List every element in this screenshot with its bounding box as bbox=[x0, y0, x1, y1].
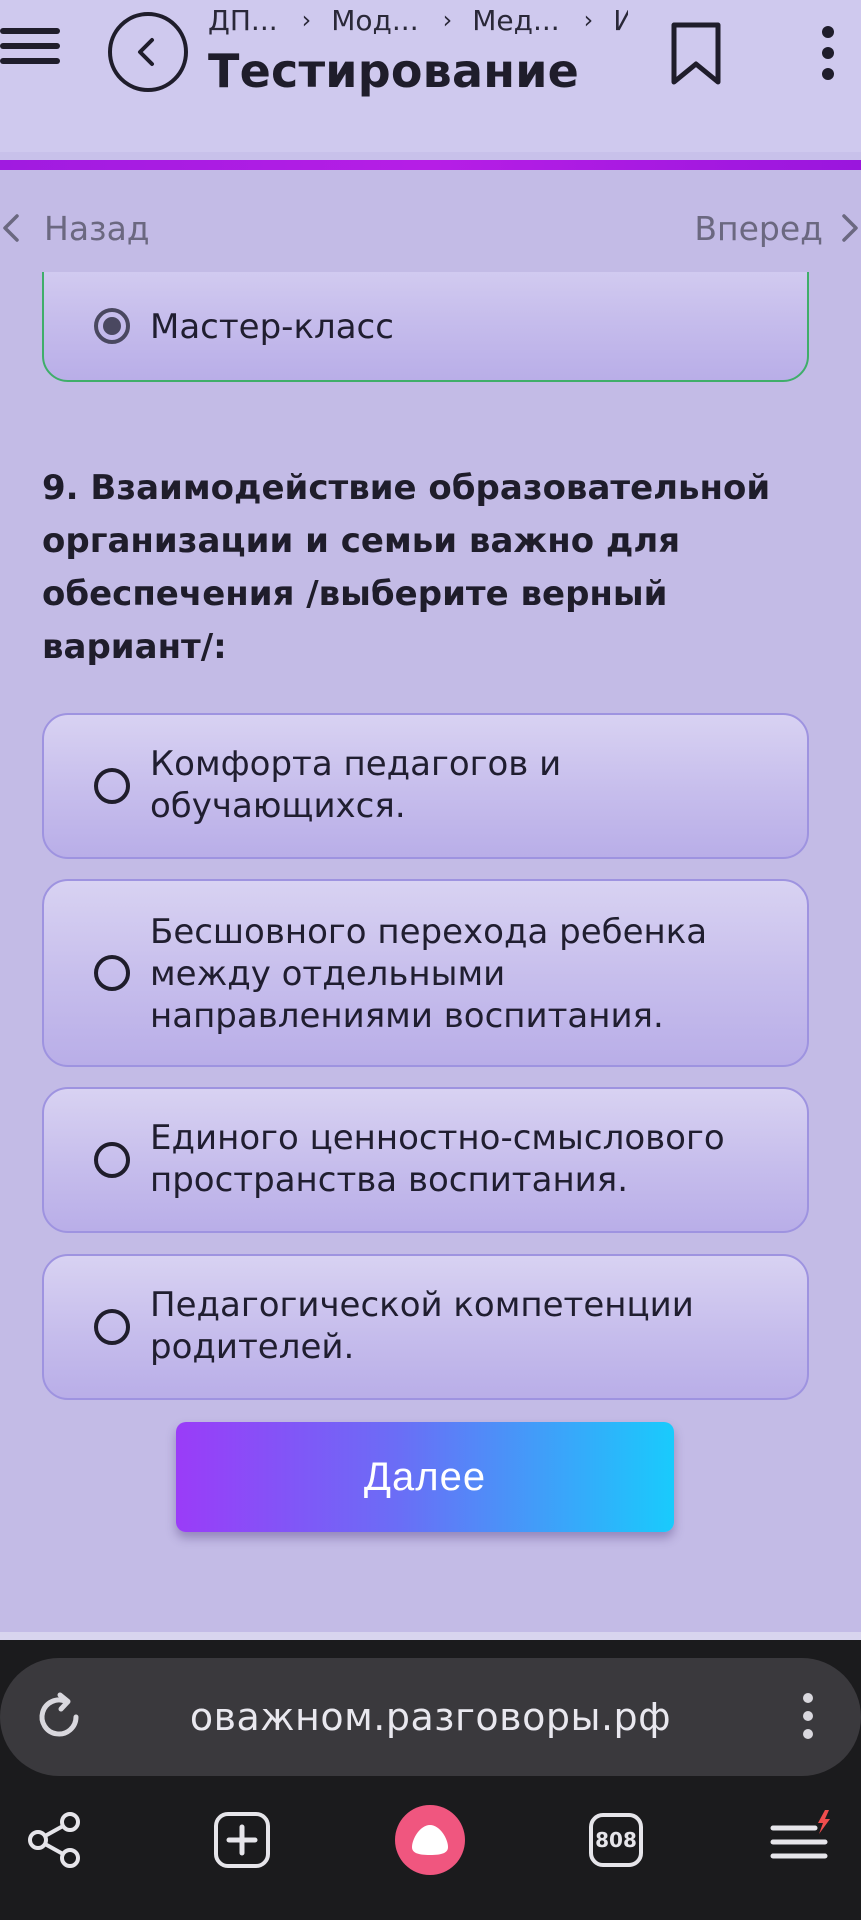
next-button[interactable]: Далее bbox=[176, 1422, 674, 1532]
chevron-right-icon: › bbox=[583, 6, 594, 34]
answer-label: Комфорта педагогов и обучающихся. bbox=[150, 744, 562, 826]
address-bar[interactable]: оважном.разговоры.рф bbox=[0, 1658, 861, 1776]
tabs-count-icon: 808 bbox=[589, 1813, 643, 1867]
alice-assistant-button[interactable] bbox=[380, 1790, 480, 1890]
progress-bar bbox=[0, 160, 861, 170]
breadcrumb-item[interactable]: И bbox=[613, 4, 628, 37]
menu-notification-icon bbox=[770, 1810, 830, 1859]
chevron-right-icon: › bbox=[301, 6, 312, 34]
answer-option[interactable]: Комфорта педагогов и обучающихся. bbox=[42, 713, 809, 859]
breadcrumb: ДП... › Мод... › Мед... › И bbox=[208, 0, 628, 40]
share-icon bbox=[28, 1812, 80, 1868]
app-header: ДП... › Мод... › Мед... › И Тестирование bbox=[0, 0, 861, 152]
bookmark-icon[interactable] bbox=[668, 22, 724, 86]
answer-label: Бесшовного перехода ребенка между отдель… bbox=[150, 912, 708, 1036]
chevron-right-icon bbox=[842, 214, 858, 242]
bottom-navigation: 808 bbox=[0, 1790, 861, 1910]
alice-icon bbox=[395, 1805, 465, 1875]
radio-icon[interactable] bbox=[94, 1309, 130, 1345]
answer-option[interactable]: Педагогической компетенции родителей. bbox=[42, 1254, 809, 1400]
answer-option-selected[interactable]: Мастер-класс bbox=[42, 272, 809, 382]
back-button[interactable] bbox=[108, 12, 188, 92]
new-tab-button[interactable] bbox=[192, 1790, 292, 1890]
browser-toolbar: оважном.разговоры.рф 808 bbox=[0, 1640, 861, 1920]
tabs-button[interactable]: 808 bbox=[566, 1790, 666, 1890]
reload-icon[interactable] bbox=[30, 1688, 88, 1746]
answer-label: Педагогической компетенции родителей. bbox=[150, 1285, 694, 1367]
answer-label: Единого ценностно-смыслового пространств… bbox=[150, 1118, 725, 1200]
breadcrumb-item[interactable]: Мод... bbox=[331, 4, 418, 37]
url-text[interactable]: оважном.разговоры.рф bbox=[120, 1658, 741, 1776]
chevron-right-icon: › bbox=[442, 6, 453, 34]
next-question-button[interactable]: Вперед bbox=[694, 200, 861, 256]
browser-menu-button[interactable] bbox=[752, 1790, 852, 1890]
answer-option[interactable]: Единого ценностно-смыслового пространств… bbox=[42, 1087, 809, 1233]
share-button[interactable] bbox=[4, 1790, 104, 1890]
answer-label: Мастер-класс bbox=[150, 307, 394, 347]
chevron-left-icon bbox=[138, 38, 154, 66]
prev-label: Назад bbox=[44, 208, 150, 248]
more-options-icon[interactable] bbox=[800, 1693, 816, 1743]
radio-icon[interactable] bbox=[94, 1142, 130, 1178]
radio-selected-icon[interactable] bbox=[94, 308, 130, 344]
header-divider bbox=[0, 152, 861, 160]
more-options-icon[interactable] bbox=[816, 26, 840, 80]
breadcrumb-item[interactable]: Мед... bbox=[472, 4, 559, 37]
divider bbox=[0, 1632, 861, 1640]
chevron-left-icon bbox=[3, 214, 19, 242]
prev-question-button[interactable]: Назад bbox=[0, 200, 150, 256]
menu-icon[interactable] bbox=[0, 28, 60, 72]
radio-icon[interactable] bbox=[94, 955, 130, 991]
answer-option[interactable]: Бесшовного перехода ребенка между отдель… bbox=[42, 879, 809, 1067]
add-tab-icon bbox=[214, 1812, 270, 1868]
question-navigation: Назад Вперед bbox=[0, 200, 861, 256]
next-label: Вперед bbox=[694, 208, 823, 248]
test-content: Мастер-класс 9. Взаимодействие образоват… bbox=[0, 272, 861, 1632]
radio-icon[interactable] bbox=[94, 768, 130, 804]
breadcrumb-item[interactable]: ДП... bbox=[208, 4, 278, 37]
question-text: 9. Взаимодействие образовательной органи… bbox=[42, 468, 771, 667]
page-title: Тестирование bbox=[208, 44, 580, 98]
